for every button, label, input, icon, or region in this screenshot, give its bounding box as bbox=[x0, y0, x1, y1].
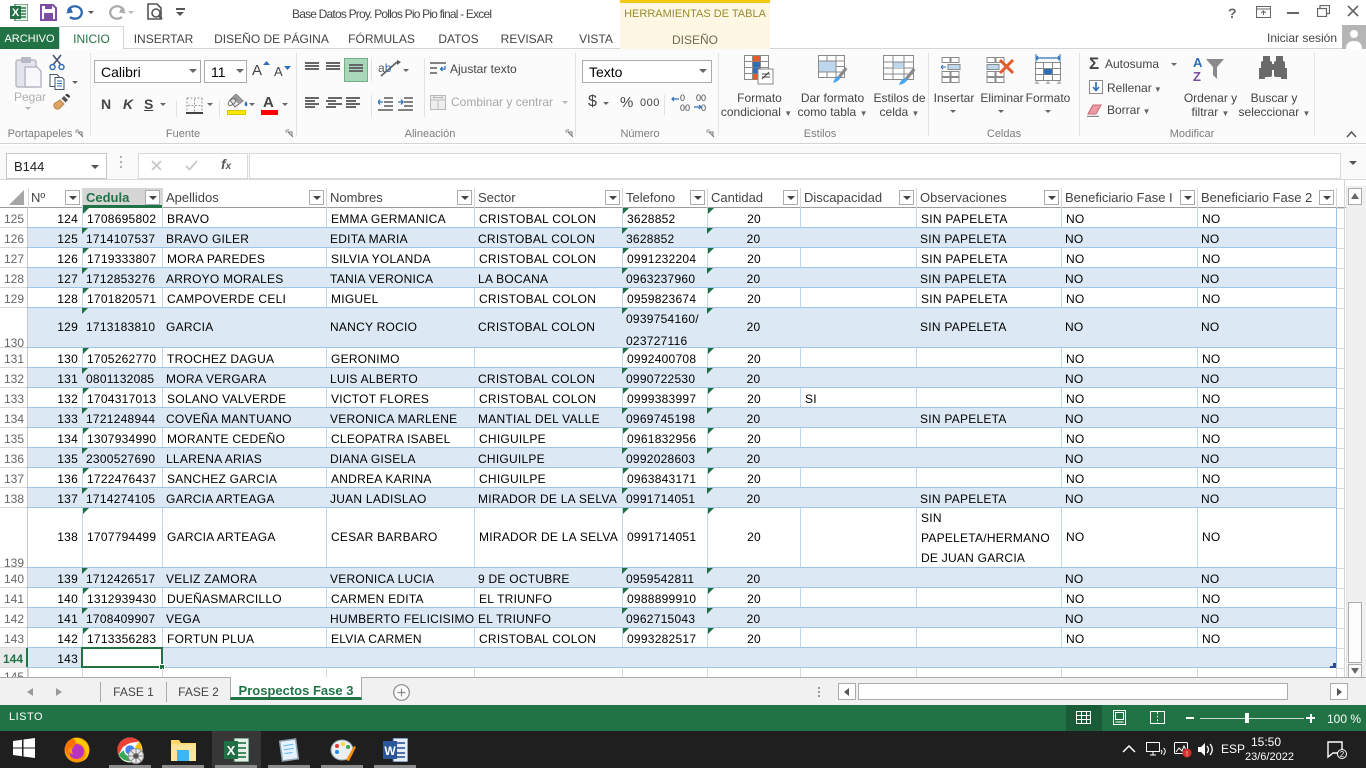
svg-text:2: 2 bbox=[1340, 750, 1345, 759]
svg-text:W: W bbox=[384, 744, 396, 758]
svg-text:X: X bbox=[12, 7, 20, 19]
svg-text:!: ! bbox=[1186, 751, 1188, 758]
svg-text:X: X bbox=[227, 743, 236, 758]
